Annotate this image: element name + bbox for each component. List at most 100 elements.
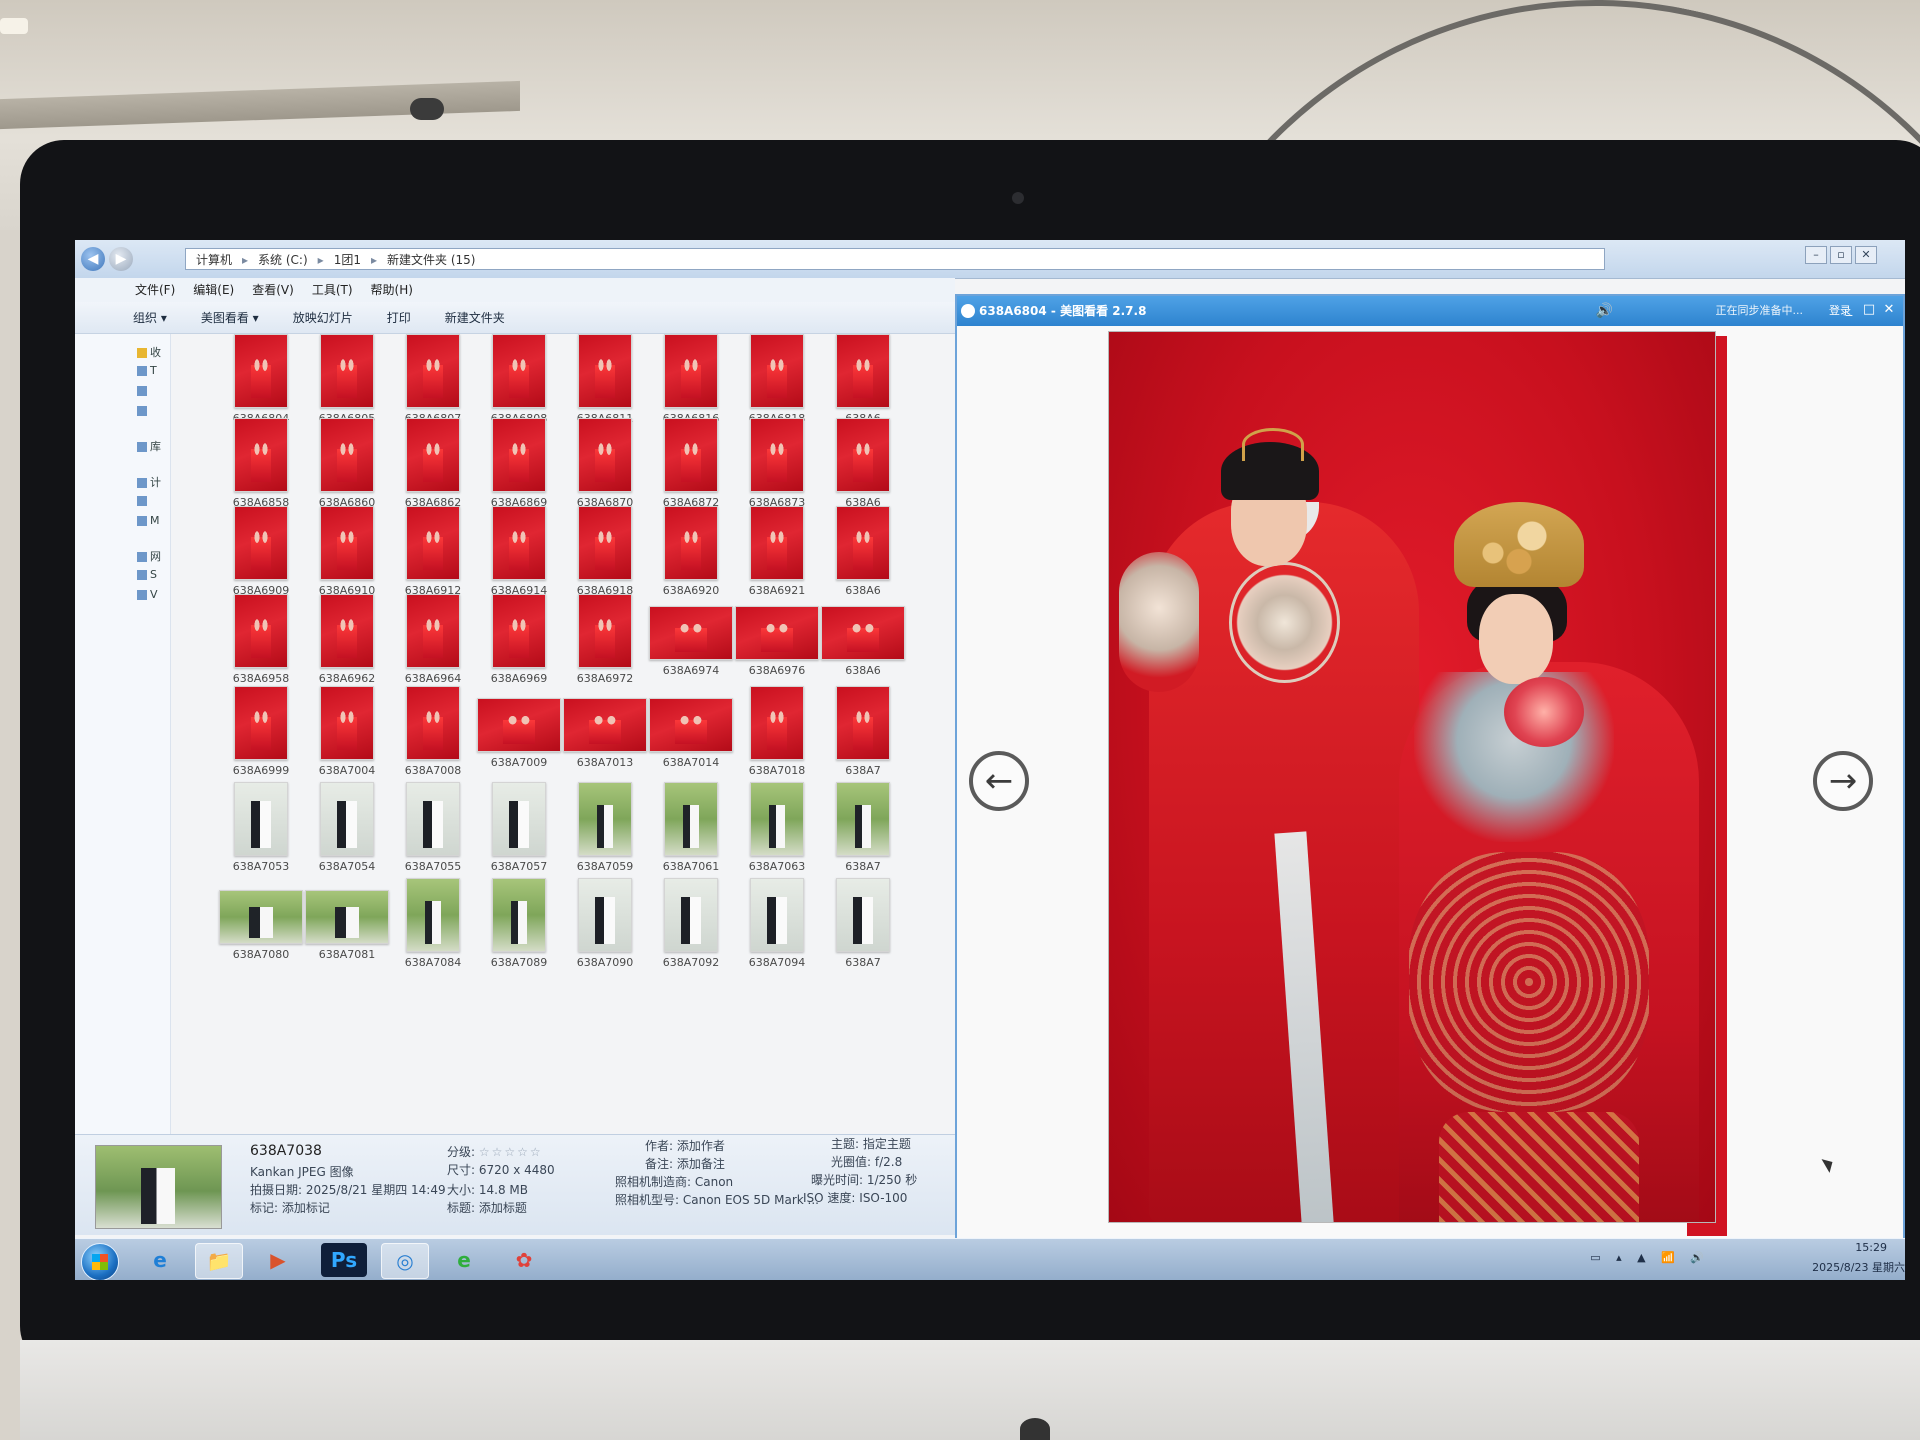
- thumbnail-item[interactable]: 638A6969: [473, 594, 565, 685]
- thumbnail-item[interactable]: 638A6811: [559, 334, 651, 425]
- thumbnail-item[interactable]: 638A6921: [731, 506, 823, 597]
- thumbnail-item[interactable]: 638A6869: [473, 418, 565, 509]
- viewer-minimize-button[interactable]: _: [1841, 301, 1857, 319]
- thumbnail-item[interactable]: 638A7080: [215, 878, 307, 961]
- nav-item[interactable]: S: [137, 568, 167, 582]
- thumbnail-item[interactable]: 638A6974: [645, 594, 737, 677]
- thumbnail-item[interactable]: 638A6804: [215, 334, 307, 425]
- nav-item[interactable]: V: [137, 588, 167, 602]
- thumbnail-item[interactable]: 638A7053: [215, 782, 307, 873]
- ie-browser-icon[interactable]: e: [137, 1243, 183, 1277]
- thumbnail-item[interactable]: 638A7059: [559, 782, 651, 873]
- back-arrow-icon[interactable]: ◀: [81, 247, 105, 271]
- slideshow-button[interactable]: 放映幻灯片: [293, 302, 353, 333]
- nav-network[interactable]: 网: [137, 548, 167, 562]
- photoshop-icon[interactable]: Ps: [321, 1243, 367, 1277]
- clock-date[interactable]: 2025/8/23 星期六: [1812, 1259, 1905, 1275]
- forward-arrow-icon[interactable]: ▶: [109, 247, 133, 271]
- thumbnail-item[interactable]: 638A7063: [731, 782, 823, 873]
- thumbnail-item[interactable]: 638A6912: [387, 506, 479, 597]
- thumbnail-item[interactable]: 638A7094: [731, 878, 823, 969]
- thumbnail-item[interactable]: 638A7018: [731, 686, 823, 777]
- thumbnail-item[interactable]: 638A6862: [387, 418, 479, 509]
- detail-title[interactable]: 标题: 添加标题: [447, 1199, 527, 1216]
- print-button[interactable]: 打印: [387, 302, 411, 333]
- minimize-button[interactable]: –: [1805, 246, 1827, 264]
- thumbnail-item[interactable]: 638A7061: [645, 782, 737, 873]
- thumbnail-item[interactable]: 638A6: [817, 334, 909, 425]
- thumbnail-item[interactable]: 638A6958: [215, 594, 307, 685]
- thumbnail-item[interactable]: 638A6: [817, 506, 909, 597]
- thumbnail-item[interactable]: 638A7: [817, 686, 909, 777]
- thumbnail-item[interactable]: 638A6918: [559, 506, 651, 597]
- nav-item[interactable]: T: [137, 364, 167, 378]
- system-tray-icons[interactable]: ▭ ▴ ▲ 📶 🔊: [1590, 1251, 1710, 1264]
- thumbnail-item[interactable]: 638A6910: [301, 506, 393, 597]
- thumbnail-item[interactable]: 638A6860: [301, 418, 393, 509]
- next-image-arrow-icon[interactable]: →: [1813, 751, 1873, 811]
- thumbnail-item[interactable]: 638A6: [817, 594, 909, 677]
- thumbnail-item[interactable]: 638A7092: [645, 878, 737, 969]
- thumbnail-item[interactable]: 638A7081: [301, 878, 393, 961]
- speaker-icon[interactable]: 🔊: [1596, 296, 1613, 326]
- thumbnail-item[interactable]: 638A7055: [387, 782, 479, 873]
- nav-libraries[interactable]: 库: [137, 438, 167, 452]
- thumbnail-item[interactable]: 638A7009: [473, 686, 565, 769]
- nav-computer[interactable]: 计: [137, 474, 167, 488]
- thumbnail-item[interactable]: 638A6976: [731, 594, 823, 677]
- thumbnail-item[interactable]: 638A6964: [387, 594, 479, 685]
- thumbnail-item[interactable]: 638A6808: [473, 334, 565, 425]
- nav-item[interactable]: [137, 404, 167, 418]
- menu-view[interactable]: 查看(V): [252, 278, 294, 302]
- breadcrumb-computer[interactable]: 计算机: [196, 249, 232, 269]
- baidu-netdisk-icon[interactable]: ✿: [501, 1243, 547, 1277]
- thumbnail-item[interactable]: 638A6873: [731, 418, 823, 509]
- thumbnail-item[interactable]: 638A6807: [387, 334, 479, 425]
- thumbnail-item[interactable]: 638A7004: [301, 686, 393, 777]
- viewer-maximize-button[interactable]: □: [1861, 301, 1877, 319]
- nav-drive[interactable]: [137, 494, 167, 508]
- detail-subject[interactable]: 主题: 指定主题: [831, 1135, 911, 1152]
- thumbnail-item[interactable]: 638A7090: [559, 878, 651, 969]
- thumbnail-item[interactable]: 638A6858: [215, 418, 307, 509]
- new-folder-button[interactable]: 新建文件夹: [445, 302, 505, 333]
- thumbnail-item[interactable]: 638A7008: [387, 686, 479, 777]
- meitu-viewer-icon[interactable]: ◎: [381, 1243, 429, 1279]
- thumbnail-item[interactable]: 638A6999: [215, 686, 307, 777]
- thumbnail-item[interactable]: 638A7013: [559, 686, 651, 769]
- thumbnail-item[interactable]: 638A6920: [645, 506, 737, 597]
- thumbnail-item[interactable]: 638A6816: [645, 334, 737, 425]
- thumbnail-item[interactable]: 638A6909: [215, 506, 307, 597]
- thumbnail-item[interactable]: 638A7057: [473, 782, 565, 873]
- start-button[interactable]: [81, 1243, 119, 1280]
- nav-item[interactable]: [137, 384, 167, 398]
- browser-360-icon[interactable]: e: [441, 1243, 487, 1277]
- thumbnail-item[interactable]: 638A7089: [473, 878, 565, 969]
- address-bar[interactable]: 计算机 ▸ 系统 (C:) ▸ 1团1 ▸ 新建文件夹 (15): [185, 248, 1605, 270]
- nav-favorites[interactable]: 收: [137, 344, 167, 358]
- thumbnail-item[interactable]: 638A6818: [731, 334, 823, 425]
- menu-help[interactable]: 帮助(H): [371, 278, 413, 302]
- thumbnail-item[interactable]: 638A7084: [387, 878, 479, 969]
- menu-tools[interactable]: 工具(T): [312, 278, 353, 302]
- viewer-close-button[interactable]: ✕: [1881, 301, 1897, 319]
- thumbnail-item[interactable]: 638A6962: [301, 594, 393, 685]
- rating-stars-icon[interactable]: ☆☆☆☆☆: [479, 1145, 543, 1159]
- open-with-meitu-button[interactable]: 美图看看 ▾: [201, 302, 259, 333]
- thumbnail-item[interactable]: 638A7: [817, 878, 909, 969]
- detail-comment[interactable]: 备注: 添加备注: [645, 1155, 725, 1172]
- thumbnail-item[interactable]: 638A6972: [559, 594, 651, 685]
- thumbnail-item[interactable]: 638A6872: [645, 418, 737, 509]
- thumbnail-item[interactable]: 638A7014: [645, 686, 737, 769]
- menu-edit[interactable]: 编辑(E): [193, 278, 234, 302]
- breadcrumb-drive[interactable]: 系统 (C:): [258, 249, 308, 269]
- nav-drive[interactable]: M: [137, 514, 167, 528]
- menu-file[interactable]: 文件(F): [135, 278, 175, 302]
- thumbnail-item[interactable]: 638A7054: [301, 782, 393, 873]
- close-button[interactable]: ✕: [1855, 246, 1877, 264]
- thumbnail-item[interactable]: 638A6805: [301, 334, 393, 425]
- detail-tags[interactable]: 标记: 添加标记: [250, 1199, 330, 1216]
- file-explorer-icon[interactable]: 📁: [195, 1243, 243, 1279]
- thumbnail-item[interactable]: 638A7: [817, 782, 909, 873]
- clock-time[interactable]: 15:29: [1855, 1241, 1887, 1254]
